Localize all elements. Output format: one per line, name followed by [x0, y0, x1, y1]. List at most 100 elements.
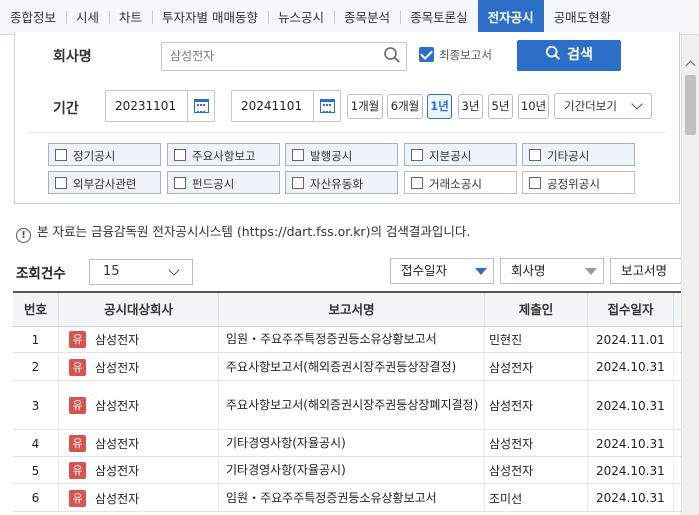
- tab-short-selling[interactable]: 공매도현황: [544, 0, 622, 35]
- company-name[interactable]: 삼성전자: [95, 331, 139, 348]
- submitter-cell: 민현진: [485, 327, 588, 352]
- column-header-report[interactable]: 보고서명: [219, 293, 485, 327]
- table-row[interactable]: 4 유 삼성전자 기타경영사항(자율공시) 삼성전자 2024.10.31: [13, 431, 699, 457]
- checkbox-icon[interactable]: [292, 149, 304, 161]
- checkbox-icon[interactable]: [174, 177, 186, 189]
- tab-disclosure[interactable]: 전자공시: [477, 0, 544, 35]
- checkbox-icon[interactable]: [55, 149, 67, 161]
- checkbox-icon[interactable]: [411, 177, 423, 189]
- report-link[interactable]: 기타경영사항(자율공시): [219, 461, 346, 480]
- table-row[interactable]: 3 유 삼성전자 주요사항보고서(해외증권시장주권등상장폐지결정) 삼성전자 20…: [13, 382, 699, 430]
- report-cell[interactable]: 임원・주요주주특정증권등소유상황보고서: [219, 485, 485, 511]
- period-3y-button[interactable]: 3년: [458, 94, 483, 119]
- tab-chart[interactable]: 차트: [109, 0, 152, 35]
- company-name[interactable]: 삼성전자: [95, 359, 139, 376]
- company-input[interactable]: 삼성전자: [161, 42, 407, 71]
- checkbox-icon[interactable]: [55, 177, 67, 189]
- company-name[interactable]: 삼성전자: [95, 490, 139, 507]
- checkbox-icon[interactable]: [292, 177, 304, 189]
- company-cell[interactable]: 유 삼성전자: [59, 431, 219, 456]
- table-row[interactable]: 1 유 삼성전자 임원・주요주주특정증권등소유상황보고서 민현진 2024.11.…: [13, 327, 699, 353]
- scrollbar-thumb[interactable]: [685, 75, 696, 135]
- tab-investor-trend[interactable]: 투자자별 매매동향: [152, 0, 268, 35]
- date-to-value: 20241101: [241, 99, 303, 113]
- submitter-cell: 삼성전자: [485, 354, 588, 380]
- report-link[interactable]: 임원・주요주주특정증권등소유상황보고서: [219, 489, 437, 508]
- count-value: 15: [103, 264, 120, 279]
- period-1m-button[interactable]: 1개월: [347, 94, 383, 119]
- sort-by-company-select[interactable]: 회사명: [500, 258, 604, 284]
- period-more-select[interactable]: 기간더보기: [554, 93, 652, 119]
- category-fund[interactable]: 펀드공시: [167, 171, 280, 194]
- tab-discussion[interactable]: 종목토론실: [400, 0, 478, 35]
- date-to-calendar-button[interactable]: [313, 91, 340, 121]
- company-cell[interactable]: 유 삼성전자: [59, 458, 219, 483]
- search-button[interactable]: 검색: [517, 40, 621, 71]
- report-link[interactable]: 기타경영사항(자율공시): [219, 434, 346, 453]
- date-from-field[interactable]: 20231101: [105, 90, 215, 122]
- category-issuance[interactable]: 발행공시: [285, 143, 398, 166]
- tab-price[interactable]: 시세: [66, 0, 109, 35]
- table-row[interactable]: 6 유 삼성전자 임원・주요주주특정증권등소유상황보고서 조미선 2024.10.…: [13, 485, 699, 512]
- category-fair-trade[interactable]: 공정위공시: [522, 171, 635, 194]
- checkbox-icon[interactable]: [529, 149, 541, 161]
- category-asset-securitization[interactable]: 자산유동화: [285, 171, 398, 194]
- category-label: 지분공시: [429, 149, 472, 163]
- report-cell[interactable]: 기타경영사항(자율공시): [219, 431, 485, 456]
- scroll-up-icon[interactable]: [685, 60, 696, 71]
- category-label: 정기공시: [73, 149, 116, 163]
- category-regular[interactable]: 정기공시: [48, 143, 161, 166]
- report-cell[interactable]: 임원・주요주주특정증권등소유상황보고서: [219, 327, 485, 352]
- table-row[interactable]: 5 유 삼성전자 기타경영사항(자율공시) 삼성전자 2024.10.31: [13, 458, 699, 484]
- category-equity[interactable]: 지분공시: [404, 143, 517, 166]
- vertical-scrollbar[interactable]: [681, 35, 699, 515]
- report-link[interactable]: 주요사항보고서(해외증권시장주권등상장폐지결정): [219, 396, 481, 415]
- company-cell[interactable]: 유 삼성전자: [59, 382, 219, 429]
- receipt-date: 2024.11.01: [596, 332, 665, 347]
- column-header-company[interactable]: 공시대상회사: [59, 293, 219, 327]
- category-major-report[interactable]: 주요사항보고: [167, 143, 280, 166]
- report-cell[interactable]: 주요사항보고서(해외증권시장주권등상장폐지결정): [219, 382, 485, 429]
- count-select[interactable]: 15: [89, 259, 193, 285]
- category-label: 거래소공시: [429, 177, 482, 191]
- company-name[interactable]: 삼성전자: [95, 397, 139, 414]
- checkbox-icon[interactable]: [529, 177, 541, 189]
- top-tab-bar: 종합정보 시세 차트 투자자별 매매동향 뉴스공시 종목분석 종목토론실 전자공…: [0, 0, 699, 35]
- checkbox-icon[interactable]: [411, 149, 423, 161]
- column-header-date[interactable]: 접수일자: [588, 293, 674, 327]
- sort-label: 회사명: [511, 263, 546, 278]
- receipt-date: 2024.10.31: [596, 463, 665, 478]
- report-cell[interactable]: 기타경영사항(자율공시): [219, 458, 485, 483]
- company-cell[interactable]: 유 삼성전자: [59, 354, 219, 380]
- tab-summary[interactable]: 종합정보: [0, 0, 66, 35]
- period-1y-button[interactable]: 1년: [427, 94, 452, 119]
- company-name[interactable]: 삼성전자: [95, 435, 139, 452]
- date-from-calendar-button[interactable]: [187, 91, 214, 121]
- submitter-name: 삼성전자: [489, 437, 534, 451]
- checkbox-checked-icon[interactable]: [419, 47, 434, 62]
- company-cell[interactable]: 유 삼성전자: [59, 327, 219, 352]
- date-to-field[interactable]: 20241101: [231, 90, 341, 122]
- company-cell[interactable]: 유 삼성전자: [59, 485, 219, 511]
- category-exchange[interactable]: 거래소공시: [404, 171, 517, 194]
- date-cell: 2024.10.31: [588, 485, 674, 511]
- tab-news[interactable]: 뉴스공시: [268, 0, 334, 35]
- table-row[interactable]: 2 유 삼성전자 주요사항보고서(해외증권시장주권등상장결정) 삼성전자 2024…: [13, 354, 699, 381]
- tab-analysis[interactable]: 종목분석: [334, 0, 400, 35]
- period-5y-button[interactable]: 5년: [488, 94, 513, 119]
- category-external-audit[interactable]: 외부감사관련: [48, 171, 161, 194]
- sort-by-report-select[interactable]: 보고서명: [610, 258, 690, 284]
- checkbox-icon[interactable]: [174, 149, 186, 161]
- category-other[interactable]: 기타공시: [522, 143, 635, 166]
- report-link[interactable]: 임원・주요주주특정증권등소유상황보고서: [219, 330, 437, 349]
- company-name[interactable]: 삼성전자: [95, 462, 139, 479]
- submitter-cell: 삼성전자: [485, 458, 588, 483]
- report-cell[interactable]: 주요사항보고서(해외증권시장주권등상장결정): [219, 354, 485, 380]
- column-header-submitter[interactable]: 제출인: [485, 293, 588, 327]
- sort-by-date-select[interactable]: 접수일자: [390, 258, 494, 284]
- report-link[interactable]: 주요사항보고서(해외증권시장주권등상장결정): [219, 358, 456, 377]
- period-10y-button[interactable]: 10년: [518, 94, 549, 119]
- row-number: 3: [13, 382, 59, 429]
- search-icon[interactable]: [383, 46, 401, 64]
- period-6m-button[interactable]: 6개월: [387, 94, 423, 119]
